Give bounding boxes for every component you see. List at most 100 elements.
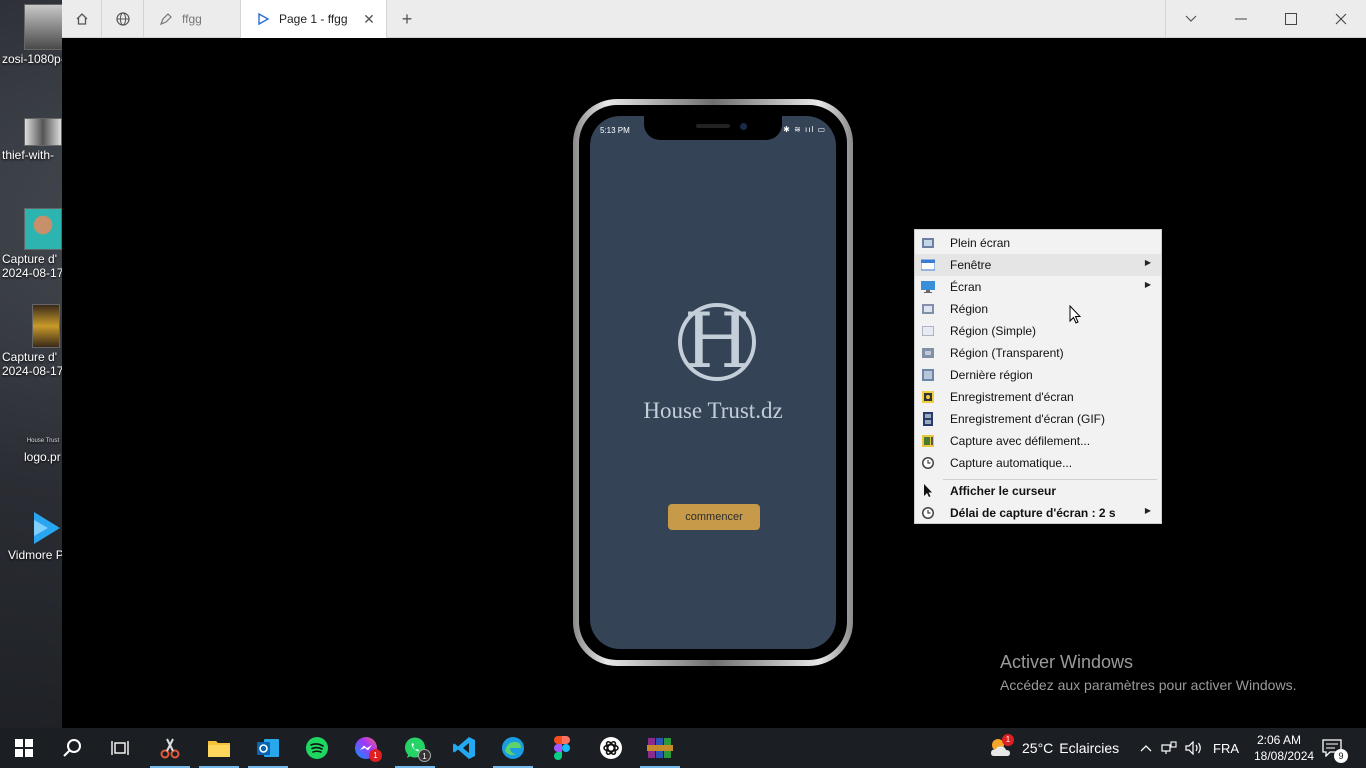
search-button[interactable]	[48, 728, 96, 768]
weather-temp: 25°C	[1022, 740, 1054, 756]
tab-label: Page 1 - ffgg	[279, 12, 348, 26]
tab-bar: ffgg Page 1 - ffgg ✕ +	[62, 0, 1366, 38]
chevron-up-icon[interactable]	[1140, 728, 1154, 768]
taskbar-app-vscode[interactable]	[440, 728, 488, 768]
capture-context-menu: Plein écran Fenêtre ▶ Écran ▶ Région Région (S…	[914, 229, 1162, 524]
taskbar-app-figma[interactable]	[538, 728, 586, 768]
maximize-button[interactable]	[1266, 0, 1316, 38]
menu-item-plein-cran[interactable]: Plein écran	[915, 232, 1161, 254]
taskbar-app-edge[interactable]	[489, 728, 537, 768]
menu-item-label: Enregistrement d'écran (GIF)	[950, 412, 1106, 426]
task-view-button[interactable]	[96, 728, 144, 768]
region-simple-icon	[921, 324, 935, 338]
weather-widget[interactable]: 1 25°C Eclaircies	[988, 728, 1119, 768]
activation-watermark-subtitle: Accédez aux paramètres pour activer Wind…	[1000, 677, 1297, 693]
chevron-down-icon[interactable]	[1165, 0, 1215, 38]
windows-logo-icon	[15, 739, 33, 757]
menu-item-label: Capture automatique...	[950, 456, 1073, 470]
spotify-icon	[306, 737, 328, 759]
image-thumbnail-icon	[24, 118, 62, 146]
close-tab-icon[interactable]: ✕	[362, 12, 376, 26]
weather-alert-badge: 1	[1002, 734, 1014, 746]
network-icon[interactable]	[1161, 728, 1179, 768]
desktop-icon-zosi[interactable]: zosi-1080p-	[0, 4, 64, 74]
menu-separator	[943, 479, 1157, 480]
taskbar-app-explorer[interactable]	[195, 728, 243, 768]
taskbar-app-chatgpt[interactable]	[587, 728, 635, 768]
window-capture-icon	[920, 258, 936, 272]
status-time: 5:13 PM	[600, 126, 630, 135]
desktop-icon-vidmore[interactable]: Vidmore P	[0, 510, 64, 570]
globe-icon[interactable]	[102, 0, 144, 38]
logo-letter: H	[683, 296, 751, 385]
menu-item-r-gion-simple[interactable]: Région (Simple)	[915, 320, 1161, 342]
menu-item-label: Enregistrement d'écran	[950, 390, 1074, 404]
play-outline-icon	[255, 11, 271, 27]
menu-item-derni-re-r-gion[interactable]: Dernière région	[915, 364, 1161, 386]
scissors-icon	[160, 738, 180, 759]
taskbar-app-whatsapp[interactable]: 1	[391, 728, 439, 768]
menu-item-enregistrement-d-cran-gif[interactable]: Enregistrement d'écran (GIF)	[915, 408, 1161, 430]
menu-item-fen-tre[interactable]: Fenêtre ▶	[915, 254, 1161, 276]
desktop-icon-thief[interactable]: thief-with-	[0, 118, 64, 174]
tab-label: ffgg	[182, 12, 202, 26]
submenu-arrow-icon: ▶	[1144, 280, 1151, 289]
menu-item-capture-avec-d-filement[interactable]: Capture avec défilement...	[915, 430, 1161, 452]
fullscreen-capture-icon	[921, 236, 935, 250]
start-button[interactable]	[0, 728, 48, 768]
delay-clock-icon	[921, 506, 935, 520]
weather-cloud-sun-icon: 1	[988, 734, 1014, 760]
desktop-icon-capture-2[interactable]: Capture d' 2024-08-17	[0, 304, 64, 386]
menu-item-r-gion[interactable]: Région	[915, 298, 1161, 320]
menu-item-d-lai-de-capture-d-cran-2-s[interactable]: Délai de capture d'écran : 2 s ▶	[915, 502, 1161, 524]
language-indicator[interactable]: FRA	[1213, 728, 1239, 768]
submenu-arrow-icon: ▶	[1144, 258, 1151, 267]
notification-badge: 1	[369, 749, 382, 762]
tab-ffgg[interactable]: ffgg	[144, 0, 241, 38]
logo-thumbnail-icon: House Trust	[26, 438, 60, 444]
notification-center-icon[interactable]: 9	[1322, 728, 1348, 768]
menu-item-label: Fenêtre	[950, 258, 992, 272]
weather-condition: Eclaircies	[1059, 740, 1120, 756]
desktop-icon-logo[interactable]: House Trust logo.pr	[0, 434, 64, 474]
portrait-thumbnail-icon	[24, 208, 62, 250]
phone-screen: 5:13 PM ✱ ≋ ııl ▭ H House Trust.dz comme…	[590, 116, 836, 649]
volume-icon[interactable]	[1185, 728, 1203, 768]
tab-page1[interactable]: Page 1 - ffgg ✕	[241, 0, 387, 38]
screen-record-icon	[921, 390, 935, 404]
taskbar-app-messenger[interactable]: 1	[342, 728, 390, 768]
new-tab-button[interactable]: +	[387, 0, 427, 38]
taskbar-app-snipping[interactable]	[146, 728, 194, 768]
menu-item-cran[interactable]: Écran ▶	[915, 276, 1161, 298]
taskbar-app-spotify[interactable]	[293, 728, 341, 768]
menu-item-r-gion-transparent[interactable]: Région (Transparent)	[915, 342, 1161, 364]
phone-notch	[644, 116, 782, 140]
taskbar-app-winrar[interactable]	[636, 728, 684, 768]
clock[interactable]: 2:06 AM 18/08/2024	[1254, 732, 1314, 764]
menu-item-label: Dernière région	[950, 368, 1033, 382]
menu-item-afficher-le-curseur[interactable]: Afficher le curseur	[915, 480, 1161, 502]
figma-pen-icon	[158, 11, 174, 27]
desktop-icon-capture-1[interactable]: Capture d' 2024-08-17	[0, 208, 64, 288]
minimize-button[interactable]	[1216, 0, 1266, 38]
notification-badge: 1	[418, 749, 431, 762]
last-region-icon	[921, 368, 935, 382]
home-icon[interactable]	[62, 0, 102, 38]
phone-bezel: 5:13 PM ✱ ≋ ııl ▭ H House Trust.dz comme…	[579, 105, 847, 660]
folder-icon	[208, 741, 230, 757]
menu-item-label: Plein écran	[950, 236, 1011, 250]
close-window-button[interactable]	[1316, 0, 1366, 38]
poster-thumbnail-icon	[32, 304, 60, 348]
vscode-icon	[453, 737, 475, 759]
cursor-icon	[921, 484, 935, 498]
search-icon	[63, 739, 81, 757]
menu-item-label: Région (Simple)	[950, 324, 1037, 338]
start-button[interactable]: commencer	[668, 504, 760, 530]
screen-record-gif-icon	[921, 412, 935, 426]
menu-item-label: Capture avec défilement...	[950, 434, 1091, 448]
menu-item-label: Délai de capture d'écran : 2 s	[950, 506, 1116, 520]
region-transparent-icon	[921, 346, 935, 360]
taskbar-app-outlook[interactable]	[244, 728, 292, 768]
menu-item-enregistrement-d-cran[interactable]: Enregistrement d'écran	[915, 386, 1161, 408]
menu-item-capture-automatique[interactable]: Capture automatique...	[915, 452, 1161, 474]
